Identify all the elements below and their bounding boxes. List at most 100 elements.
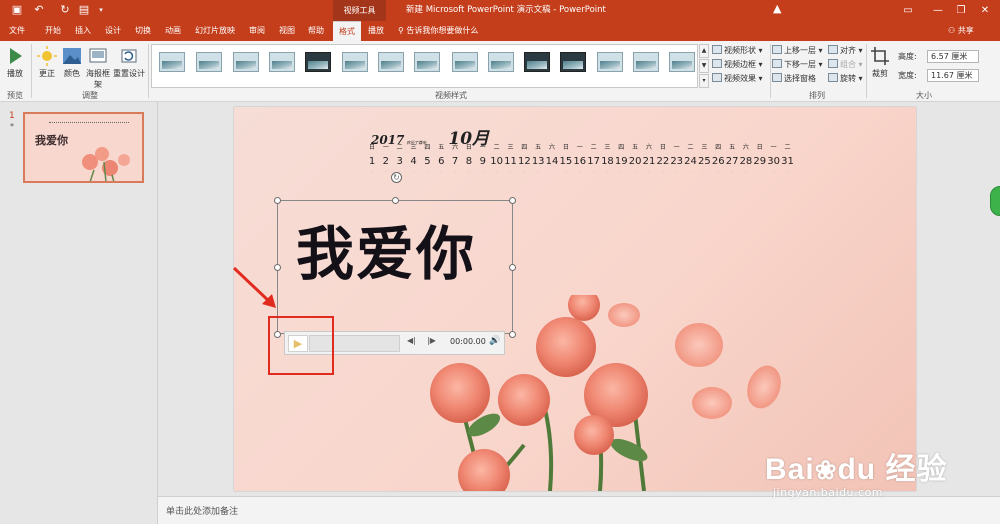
annotation-highlight-box xyxy=(268,316,334,375)
tab-review[interactable]: 审阅 xyxy=(244,21,270,41)
person-icon: ⚇ xyxy=(948,26,958,35)
calendar-day: 二 31 ·· xyxy=(780,145,796,174)
warning-icon[interactable]: ▲ xyxy=(773,2,781,15)
video-effects-label: 视频效果 xyxy=(724,74,756,83)
rewind-icon[interactable]: ◀| xyxy=(407,336,416,345)
video-border-button[interactable]: 视频边框 ▾ xyxy=(712,58,763,71)
play-button[interactable]: 播放 xyxy=(4,46,26,79)
close-icon[interactable]: ✕ xyxy=(970,0,1000,21)
video-style-thumb[interactable] xyxy=(488,52,514,72)
baidu-watermark: Bai❀du 经验 jingyan.baidu.com xyxy=(765,444,947,499)
contextual-tab-group: 视频工具 xyxy=(333,0,386,21)
share-button[interactable]: ⚇ 共享 xyxy=(948,21,974,41)
watermark-cn: 经验 xyxy=(885,453,948,486)
forward-icon[interactable]: |▶ xyxy=(427,336,436,345)
send-backward-icon xyxy=(772,59,782,68)
video-style-thumb[interactable] xyxy=(452,52,478,72)
video-style-thumb[interactable] xyxy=(414,52,440,72)
customize-qat-icon[interactable]: ▾ xyxy=(94,3,108,17)
watermark-bai: Bai xyxy=(765,453,815,486)
ribbon: 播放 预览 更正 颜色 海报框架 重置设计 调整 ▲ ▼ ▾ 视频样式 视频形状… xyxy=(0,41,1000,102)
tab-animations[interactable]: 动画 xyxy=(160,21,186,41)
video-style-thumb[interactable] xyxy=(159,52,185,72)
align-label: 对齐 xyxy=(840,46,856,55)
rotate-label: 旋转 xyxy=(840,74,856,83)
video-style-thumb[interactable] xyxy=(342,52,368,72)
slide[interactable]: 2017 农历丁酉年 10月 日 1 ·· 一 2 ·· 二 3 ·· 三 4 ·· 四 5 ·· 五 6 ·· 六 7 ·… xyxy=(234,107,916,491)
notes-pane[interactable]: 单击此处添加备注 xyxy=(158,496,1000,524)
group-size-label: 大小 xyxy=(916,91,932,100)
border-icon xyxy=(712,59,722,68)
video-shape-button[interactable]: 视频形状 ▾ xyxy=(712,44,763,57)
watermark-du: du xyxy=(837,453,877,486)
effects-icon xyxy=(712,73,722,82)
tab-playback[interactable]: 播放 xyxy=(363,21,389,41)
tab-format[interactable]: 格式 xyxy=(333,21,361,41)
video-style-thumb[interactable] xyxy=(633,52,659,72)
rotate-handle[interactable]: ↻ xyxy=(391,172,402,183)
tab-slideshow[interactable]: 幻灯片放映 xyxy=(192,21,238,41)
gallery-scroll-up[interactable]: ▲ xyxy=(699,44,709,58)
video-style-thumb[interactable] xyxy=(269,52,295,72)
tab-view[interactable]: 视图 xyxy=(274,21,300,41)
bring-forward-button[interactable]: 上移一层 ▾ xyxy=(772,44,823,57)
volume-icon[interactable]: 🔊 xyxy=(489,336,500,346)
tab-transitions[interactable]: 切换 xyxy=(130,21,156,41)
tab-design[interactable]: 设计 xyxy=(100,21,126,41)
calendar-weekday: 二 xyxy=(784,144,791,151)
corrections-button[interactable]: 更正 xyxy=(35,46,59,79)
floating-side-button[interactable] xyxy=(990,186,1000,216)
group-video-styles-label: 视频样式 xyxy=(435,91,467,100)
tab-insert[interactable]: 插入 xyxy=(70,21,96,41)
tab-file[interactable]: 文件 xyxy=(4,21,30,41)
video-style-thumb[interactable] xyxy=(196,52,222,72)
resize-handle[interactable] xyxy=(509,264,516,271)
video-style-thumb[interactable] xyxy=(378,52,404,72)
resize-handle[interactable] xyxy=(509,331,516,338)
height-label: 高度: xyxy=(898,52,917,61)
title-textbox[interactable]: 我爱你 xyxy=(274,197,516,338)
gallery-scroll-down[interactable]: ▼ xyxy=(699,59,709,73)
resize-handle[interactable] xyxy=(392,197,399,204)
group-button[interactable]: 组合 ▾ xyxy=(828,58,863,71)
video-style-thumb[interactable] xyxy=(524,52,550,72)
video-style-thumb[interactable] xyxy=(597,52,623,72)
video-effects-button[interactable]: 视频效果 ▾ xyxy=(712,72,763,85)
resize-handle[interactable] xyxy=(509,197,516,204)
tab-home[interactable]: 开始 xyxy=(40,21,66,41)
align-button[interactable]: 对齐 ▾ xyxy=(828,44,863,57)
ribbon-options-icon[interactable]: ▭ xyxy=(893,0,923,21)
video-style-thumb[interactable] xyxy=(669,52,695,72)
resize-handle[interactable] xyxy=(274,197,281,204)
undo-icon[interactable]: ↶ xyxy=(32,3,46,17)
shape-icon xyxy=(712,45,722,54)
title-bar: ▣ ↶ ↻ ▤ ▾ 视频工具 新建 Microsoft PowerPoint 演… xyxy=(0,0,1000,21)
gallery-more[interactable]: ▾ xyxy=(699,74,709,88)
window-title: 新建 Microsoft PowerPoint 演示文稿 - PowerPoin… xyxy=(406,5,606,15)
rotate-button[interactable]: 旋转 ▾ xyxy=(828,72,863,85)
bring-forward-label: 上移一层 xyxy=(784,46,816,55)
group-preview-label: 预览 xyxy=(7,91,23,100)
color-button[interactable]: 颜色 xyxy=(61,46,83,79)
crop-label: 裁剪 xyxy=(872,69,888,78)
corrections-label: 更正 xyxy=(39,69,55,78)
selection-pane-label: 选择窗格 xyxy=(784,74,816,83)
send-backward-button[interactable]: 下移一层 ▾ xyxy=(772,58,823,71)
video-style-thumb[interactable] xyxy=(305,52,331,72)
crop-button[interactable]: 裁剪 xyxy=(869,46,891,79)
poster-frame-button[interactable]: 海报框架 xyxy=(85,46,111,90)
reset-design-button[interactable]: 重置设计 xyxy=(112,46,146,79)
selection-pane-button[interactable]: 选择窗格 xyxy=(772,72,816,85)
height-field[interactable]: 6.57 厘米 xyxy=(927,50,979,63)
group-arrange-label: 排列 xyxy=(809,91,825,100)
video-style-thumb[interactable] xyxy=(233,52,259,72)
tab-help[interactable]: 帮助 xyxy=(303,21,329,41)
group-divider xyxy=(148,44,149,98)
tell-me-search[interactable]: ⚲ 告诉我你想要做什么 xyxy=(398,21,478,41)
save-icon[interactable]: ▣ xyxy=(10,3,24,17)
width-field[interactable]: 11.67 厘米 xyxy=(927,69,979,82)
video-style-thumb[interactable] xyxy=(560,52,586,72)
redo-icon[interactable]: ↻ xyxy=(58,3,72,17)
start-slideshow-icon[interactable]: ▤ xyxy=(77,3,91,17)
slide-thumbnail[interactable]: 我爱你 xyxy=(23,112,144,183)
